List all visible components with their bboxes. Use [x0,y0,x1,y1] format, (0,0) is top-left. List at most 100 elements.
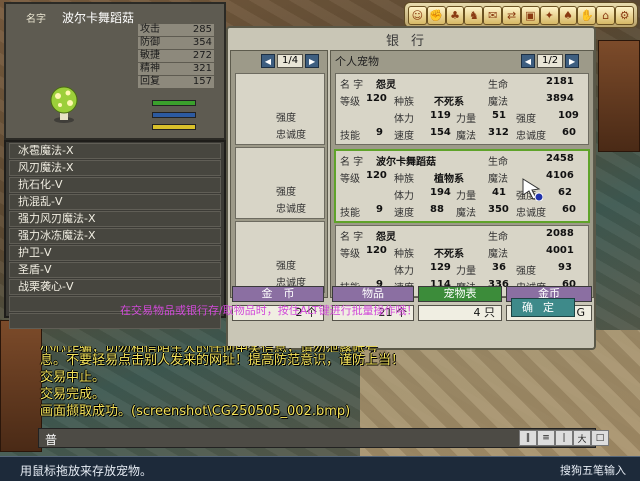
stat-value: 272 [192,50,212,61]
map-icon[interactable]: ⌂ [596,5,616,25]
skill-item[interactable]: 抗混乱-V [9,194,221,210]
left-gold-button[interactable]: 金 币 [232,286,324,302]
stat-label: 精神 [140,63,160,74]
stat-label: 回复 [140,76,160,87]
chat-log: 小心诈骗，切勿相信陌生人的任何中奖信息，请勿泄露帐号 息。不要轻易点击别人发来的… [40,346,600,420]
right-pager: ◀ 1/2 ▶ [521,54,580,68]
prev-page-button[interactable]: ◀ [261,54,275,68]
label: 种族 [394,174,414,185]
personal-pets-panel: 个人宠物 ◀ 1/2 ▶ 名 字怨灵 生命 2181 等级 120 种族 不死系 魔法 3894… [330,50,594,298]
cabinet [0,320,42,452]
skill-item[interactable]: 冰雹魔法-X [9,143,221,159]
hp-bar [152,100,196,106]
card-icon[interactable]: ▣ [520,5,540,25]
label: 名 字 [340,80,364,91]
label: 等级 [340,174,360,185]
next-page-button[interactable]: ▶ [565,54,580,68]
input-option-button[interactable]: 大 [573,430,591,446]
chat-input-bar[interactable]: 普 ‖ ≡ | 大 □ [38,428,609,448]
race-value: 不死系 [434,97,464,108]
chat-line: 交易完成。 [40,387,106,402]
storage-slot[interactable]: 强度 忠诚度 [235,73,325,145]
hp-value: 2088 [546,228,574,239]
stat-label: 敏捷 [140,50,160,61]
skill-item[interactable]: 护卫-V [9,245,221,261]
magic-value: 350 [488,204,509,215]
loyalty-label: 忠诚度 [276,130,306,141]
pet-name: 怨灵 [376,232,396,243]
def-value: 93 [558,262,572,273]
batch-operation-hint: 在交易物品或银行存/取物品时，按住ALT键进行批量操作哦！ [120,304,418,317]
str-value: 119 [430,110,451,121]
stat-value: 354 [192,37,212,48]
race-value: 不死系 [434,249,464,260]
party-icon[interactable]: ♣ [445,5,465,25]
pet-table-button[interactable]: 宠物表 [418,286,502,302]
ime-indicator: 搜狗五笔输入 [560,464,626,477]
skill-item[interactable]: 抗石化-V [9,177,221,193]
pet-icon[interactable]: ♞ [464,5,484,25]
left-page-indicator: 1/4 [277,54,304,68]
input-option-button[interactable]: □ [591,430,609,446]
stat-row: 攻击 285 [138,24,214,36]
main-menu-toolbar: ☺ ✊ ♣ ♞ ✉ ⇄ ▣ ✦ ♠ ✋ ⌂ ⚙ [404,2,638,28]
pet-card[interactable]: 名 字怨灵 生命 2181 等级 120 种族 不死系 魔法 3894 体力 119 力量 51 强度 10… [335,73,589,145]
left-pager: ◀ 1/4 ▶ [261,54,327,68]
loyalty-value: 60 [562,204,576,215]
speed-value: 88 [430,204,444,215]
skill-item[interactable]: 风刃魔法-X [9,160,221,176]
def-value: 62 [558,187,572,198]
input-option-button[interactable]: | [555,430,573,446]
stat-label: 防御 [140,37,160,48]
hp-value: 2458 [546,153,574,164]
label: 体力 [394,114,414,125]
mp-value: 3894 [546,93,574,104]
chat-input[interactable]: 普 [45,431,57,448]
bank-title: 银行 [385,34,436,49]
guild-icon[interactable]: ♠ [558,5,578,25]
skill-item[interactable]: 战栗袭心-V [9,279,221,295]
input-option-button[interactable]: ≡ [537,430,555,446]
pet-card[interactable]: 名 字波尔卡舞蹈菇 生命 2458 等级 120 种族 植物系 魔法 4106 体力 194 力量 41… [334,149,590,223]
label: 等级 [340,97,360,108]
mouse-cursor-icon [521,177,544,204]
prev-page-button[interactable]: ◀ [521,54,535,68]
next-page-button[interactable]: ▶ [305,54,320,68]
level-value: 120 [366,93,387,104]
skill-item[interactable]: 强力风刃魔法-X [9,211,221,227]
skill-item[interactable]: 圣盾-V [9,262,221,278]
trade-icon[interactable]: ⇄ [502,5,521,25]
items-button[interactable]: 物品 [332,286,414,302]
defense-label: 强度 [276,261,296,272]
bottom-status-bar: 用鼠标拖放来存放宠物。 搜狗五笔输入 [0,456,640,481]
pet-status-window: 名字 波尔卡舞蹈菇 攻击 285 防御 354 敏捷 272 精神 321 回复 157 [4,2,226,140]
label: 魔法 [488,174,508,185]
level-value: 120 [366,170,387,181]
user-icon[interactable]: ☺ [408,5,427,25]
system-icon[interactable]: ⚙ [615,5,634,25]
mp-value: 4106 [546,170,574,181]
pet-stats: 攻击 285 防御 354 敏捷 272 精神 321 回复 157 [138,24,214,89]
label: 名 字 [340,232,364,243]
confirm-button[interactable]: 确定 [511,298,575,317]
pet-name: 波尔卡舞蹈菇 [376,157,436,168]
label: 魔法 [488,249,508,260]
storage-slot[interactable]: 强度 忠诚度 [235,221,325,293]
pet-name: 波尔卡舞蹈菇 [62,11,135,25]
chat-line: 画面撷取成功。(screenshot\CG250505_002.bmp) [40,404,351,419]
label: 生命 [488,80,508,91]
item-icon[interactable]: ✋ [577,5,597,25]
label: 生命 [488,157,508,168]
label: 魔法 [456,131,476,142]
label: 名 字 [340,157,364,168]
input-option-button[interactable]: ‖ [519,430,537,446]
combat-icon[interactable]: ✊ [426,5,446,25]
stat-row: 敏捷 272 [138,50,214,62]
skill-item[interactable]: 强力冰冻魔法-X [9,228,221,244]
label: 强度 [516,266,536,277]
mail-icon[interactable]: ✉ [483,5,503,25]
chat-line: 息。不要轻易点击别人发来的网址！提高防范意识，谨防上当！ [40,353,405,368]
storage-slot[interactable]: 强度 忠诚度 [235,147,325,219]
skill-icon[interactable]: ✦ [539,5,559,25]
loyalty-value: 60 [562,127,576,138]
